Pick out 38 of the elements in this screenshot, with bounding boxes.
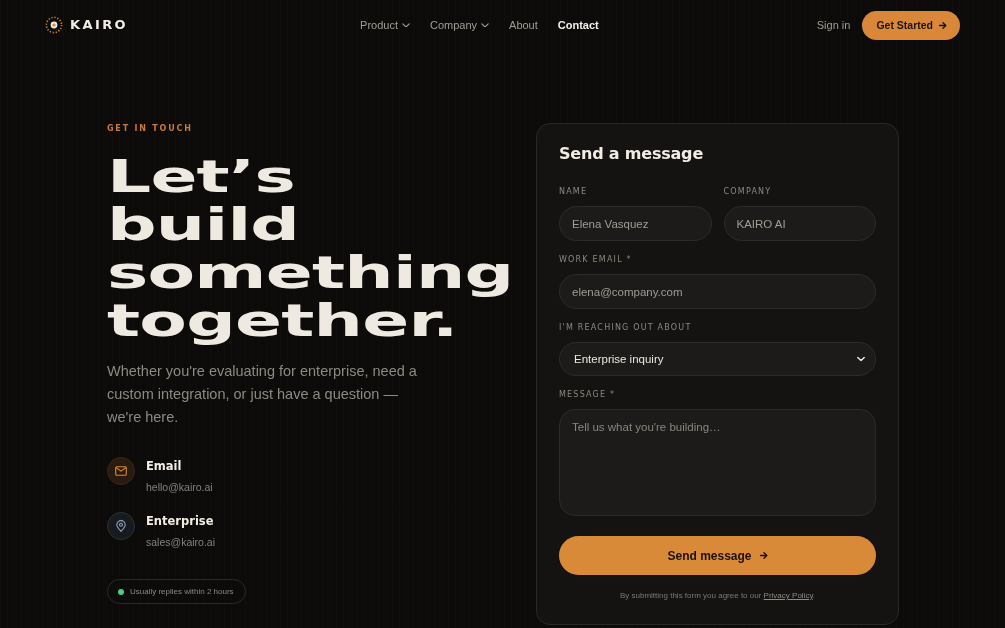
eyebrow-label: GET IN TOUCH — [107, 123, 193, 135]
envelope-icon — [107, 457, 135, 485]
chevron-down-icon — [481, 22, 490, 28]
message-textarea[interactable]: Tell us what you're building… — [559, 409, 876, 516]
nav-link[interactable]: Contact — [557, 17, 599, 33]
text-input[interactable]: Elena Vasquez — [559, 206, 712, 241]
dropdown-select[interactable]: Enterprise inquiry — [559, 342, 876, 376]
brand-name[interactable]: KAIRO — [70, 16, 129, 34]
consent-text: By submitting this form you agree to our Privacy Policy. — [618, 590, 817, 602]
sign-in-link[interactable]: Sign in — [816, 17, 851, 33]
field-label: COMPANY — [723, 186, 773, 198]
send-message-button[interactable]: Send message — [559, 536, 876, 575]
field-label: MESSAGE * — [559, 389, 617, 401]
contact-email[interactable]: sales@kairo.ai — [146, 535, 216, 549]
map-pin-icon — [107, 512, 135, 540]
nav-link[interactable]: About — [509, 17, 538, 33]
text-input[interactable]: KAIRO AI — [723, 206, 876, 241]
reply-time-text: Usually replies within 2 hours — [130, 585, 234, 598]
contact-email[interactable]: hello@kairo.ai — [146, 480, 213, 494]
arrow-right-icon — [759, 552, 768, 559]
text-input[interactable]: elena@company.com — [559, 274, 876, 309]
ring-logo-icon[interactable] — [45, 16, 63, 34]
arrow-right-icon — [939, 21, 947, 29]
contact-title: Enterprise — [146, 513, 214, 530]
get-started-button[interactable]: Get Started — [862, 10, 960, 40]
form-title: Send a message — [559, 143, 705, 165]
intro-paragraph: Whether you're evaluating for enterprise, need a custom integration, or just have a question — we're here. — [107, 362, 418, 427]
chevron-down-icon — [401, 22, 410, 28]
field-label: I'M REACHING OUT ABOUT — [559, 322, 693, 334]
nav-link[interactable]: Product — [360, 17, 410, 33]
status-dot-icon — [118, 588, 124, 595]
nav-link[interactable]: Company — [429, 17, 490, 33]
chevron-down-icon — [857, 356, 865, 362]
privacy-policy-link[interactable]: Privacy Policy — [763, 591, 813, 600]
field-label: WORK EMAIL * — [559, 254, 633, 266]
headline: Let’s build something together. — [107, 153, 515, 345]
contact-title: Email — [146, 458, 182, 475]
field-label: NAME — [559, 186, 589, 198]
